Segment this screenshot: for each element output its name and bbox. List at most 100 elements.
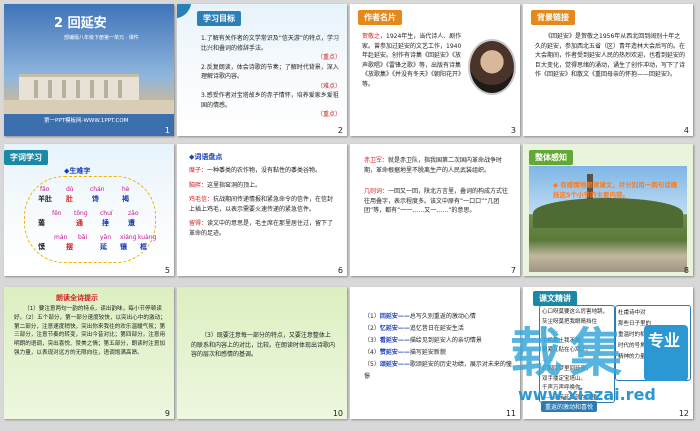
- section-tag: 作者名片: [358, 10, 402, 25]
- section-tag: 整体感知: [529, 150, 573, 165]
- word: 褐: [122, 195, 129, 203]
- goal-3: 3.感受作者对宝塔故乡的赤子情怀，培养爱家乡爱祖国的情感。: [201, 92, 339, 109]
- item-index: （5）: [364, 361, 380, 368]
- verse-line: 手抓黄土我不放，: [542, 337, 587, 344]
- item-label: 看延安——: [379, 337, 410, 344]
- vocab-def: 这里指窑洞的顶上。: [207, 181, 262, 189]
- note-line: 精神的力量: [618, 354, 646, 360]
- slide-5[interactable]: 字词学习 ◆生难字 fǎo 羊肚 dù 肚 chán 馋 hè 褐 fēn 蔫 …: [4, 144, 174, 276]
- verse-line: 千声万声呼唤你，: [542, 385, 587, 391]
- goal-1-tag: （重点）: [316, 54, 341, 61]
- vocab-list: 糜子：一种黍类的农作物，没有黏性的黍类谷物。 脑畔：这里指窑洞的顶上。 鸡毛信：…: [189, 166, 339, 238]
- word: 馋: [92, 195, 99, 203]
- item-index: （3）: [364, 337, 380, 344]
- slide-number: 3: [510, 126, 516, 135]
- goal-2: 2.反复朗读，体会诗歌的节奏；了解时代背景，深入理解诗歌内容。: [201, 63, 339, 81]
- sub-heading: ◆生难字: [64, 167, 91, 175]
- word: 馍: [38, 243, 45, 251]
- slide-number: 5: [164, 266, 170, 275]
- vocab-item: 脑畔：这里指窑洞的顶上。: [189, 181, 339, 191]
- slide-number: 11: [505, 409, 516, 418]
- author-bio: 1924年生，当代诗人、剧作家。曾参加过延安的文艺工作，1940年赴延安。创作有…: [362, 33, 462, 88]
- slide-3[interactable]: 作者名片 贺敬之，1924年生，当代诗人、剧作家。曾参加过延安的文艺工作，194…: [350, 4, 520, 136]
- slide-1[interactable]: 2 回延安 部编版八年级下册第一单元 · 课件 第一PPT模板网-WWW.1PP…: [4, 4, 174, 136]
- prompt-text: ◆ 有感情地朗读课文，并分别用一两句话概括这5个小节的主要内容。: [553, 181, 678, 199]
- structure-item: （3）看延安——描绘见到延安人的亲切情景: [364, 335, 514, 347]
- pinyin: yān: [100, 234, 112, 241]
- author-portrait: [468, 39, 516, 95]
- vocab-item: 几则词：一回又一回，陕北方言里，叠词的构成方式往往用叠字，表示程度多。该文中原有…: [364, 187, 510, 216]
- goal-1: 1.了解有关作者的文学常识及“信天游”的特点，学习比兴和叠词的修辞手法。: [201, 35, 339, 52]
- item-index: （4）: [364, 349, 380, 356]
- note-line: 重温时的相遇: [618, 332, 652, 338]
- section-tag: 背景链接: [531, 10, 575, 25]
- gate-pillars: [34, 80, 124, 98]
- pinyin: bǎi: [78, 234, 88, 241]
- slide-4[interactable]: 背景链接 《回延安》是贺敬之1956年从西北回到阔别十年之久的延安，参加西北五省…: [523, 4, 693, 136]
- pinyin: fēn: [52, 210, 62, 217]
- slide-number: 4: [683, 126, 689, 135]
- author-name: 贺敬之，: [362, 33, 387, 40]
- section-tag: 课文精讲: [533, 291, 577, 306]
- corner-curl: [177, 4, 198, 21]
- note-box: 杜甫诗中对 那些日子里的 重温时的相遇 时代的号角 精神的力量: [615, 305, 691, 381]
- vocab-item: 留得：读文中的意思是，毛主席在那里居住过，留下了革命的足迹。: [189, 219, 339, 238]
- slide-11[interactable]: （1）回延安——总写久别重返的激动心情 （2）忆延安——追忆昔日在延安生活 （3…: [350, 287, 520, 419]
- verse-line: ……: [542, 356, 553, 363]
- goal-text: 1.了解有关作者的文学常识及“信天游”的特点，学习比兴和叠词的修辞手法。 （重点…: [201, 34, 341, 120]
- word: 延: [100, 243, 107, 251]
- word: 摆: [66, 243, 73, 251]
- slide-7[interactable]: 赤卫军：就是赤卫队，指我国第二次国内革命战争时期，革命根据地里不脱离生产的人民武…: [350, 144, 520, 276]
- vocab-word: 脑畔：: [189, 181, 208, 189]
- item-desc: 追忆昔日在延安生活: [409, 325, 464, 332]
- slide-number: 12: [678, 409, 689, 418]
- word: 捶: [102, 219, 109, 227]
- pinyin: chán: [90, 186, 105, 193]
- slide-2[interactable]: 学习目标 1.了解有关作者的文学常识及“信天游”的特点，学习比兴和叠词的修辞手法…: [177, 4, 347, 136]
- goal-3-tag: （重点）: [316, 111, 341, 118]
- vocab-word: 赤卫军：: [364, 157, 389, 164]
- word: 肚: [66, 195, 73, 203]
- pinyin: fǎo: [40, 186, 50, 193]
- vocab-word: 几则词：: [364, 188, 389, 195]
- slide-6[interactable]: ◆词语盘点 糜子：一种黍类的农作物，没有黏性的黍类谷物。 脑畔：这里指窑洞的顶上…: [177, 144, 347, 276]
- slide-10[interactable]: （3）既要注意每一部分的特点，又要注意整体上的联系和内容上的对比，比较。在朗读时…: [177, 287, 347, 419]
- note-line: 那些日子里的: [618, 321, 652, 327]
- pinyin: dù: [66, 186, 74, 193]
- slide-12[interactable]: 课文精讲 心口呀莫要这么厉害地跳， 灰尘呀莫把我眼睛挡住了…… 手抓黄土我不放，…: [523, 287, 693, 419]
- slide-number: 2: [337, 126, 343, 135]
- slide-9[interactable]: 朗读全诗提示 （1）要注意两句一韵的特点，读出韵味，每小节停顿读好。（2）五个部…: [4, 287, 174, 419]
- word: 遭: [128, 219, 135, 227]
- author-text: 贺敬之，1924年生，当代诗人、剧作家。曾参加过延安的文艺工作，1940年赴延安…: [362, 32, 462, 89]
- vocab-item: 赤卫军：就是赤卫队，指我国第二次国内革命战争时期，革命根据地里不脱离生产的人民武…: [364, 156, 510, 175]
- item-index: （2）: [364, 325, 380, 332]
- structure-item: （2）忆延安——追忆昔日在延安生活: [364, 323, 514, 335]
- pinyin: kuànɡ: [138, 234, 157, 241]
- slide-number: 9: [164, 409, 170, 418]
- item-label: 颂延安——: [379, 361, 410, 368]
- slide-caption: 部编版八年级下册第一单元 · 课件: [64, 35, 139, 41]
- footer-text: 第一PPT模板网-WWW.1PPT.COM: [44, 118, 129, 124]
- item-label: 忆延安——: [379, 325, 410, 332]
- section-tag: 学习目标: [197, 11, 241, 26]
- pinyin: hè: [122, 186, 130, 193]
- word: 镶: [120, 243, 127, 251]
- vocab-word: 鸡毛信：: [189, 196, 214, 203]
- vocab-def: 一种黍类的农作物，没有黏性的黍类谷物。: [207, 167, 322, 174]
- note-line: 时代的号角: [618, 343, 646, 349]
- note-line: 杜甫诗中对: [618, 310, 646, 316]
- slide-title: 2 回延安: [54, 16, 107, 31]
- sub-heading: ◆词语盘点: [189, 153, 223, 161]
- slide-8[interactable]: 整体感知 ◆ 有感情地朗读课文，并分别用一两句话概括这5个小节的主要内容。 8: [523, 144, 693, 276]
- structure-item: （4）赞延安——描写延安新貌: [364, 347, 514, 359]
- vocab-item: 糜子：一种黍类的农作物，没有黏性的黍类谷物。: [189, 166, 339, 176]
- structure-item: （1）回延安——总写久别重返的激动心情: [364, 311, 514, 323]
- slide-number: 7: [510, 266, 516, 275]
- background-text: 《回延安》是贺敬之1956年从西北回到阔别十年之久的延安，参加西北五省（区）青年…: [535, 33, 686, 78]
- vocab-def: 读文中的意思是，毛主席在那里居住过，留下了革命的足迹。: [189, 220, 334, 237]
- sub-heading: 朗读全诗提示: [56, 294, 98, 302]
- item-index: （1）: [364, 313, 380, 320]
- vocab-list: 赤卫军：就是赤卫队，指我国第二次国内革命战争时期，革命根据地里不脱离生产的人民武…: [364, 156, 510, 216]
- slide-number: 1: [164, 126, 170, 135]
- item-desc: 描绘见到延安人的亲切情景: [409, 337, 482, 344]
